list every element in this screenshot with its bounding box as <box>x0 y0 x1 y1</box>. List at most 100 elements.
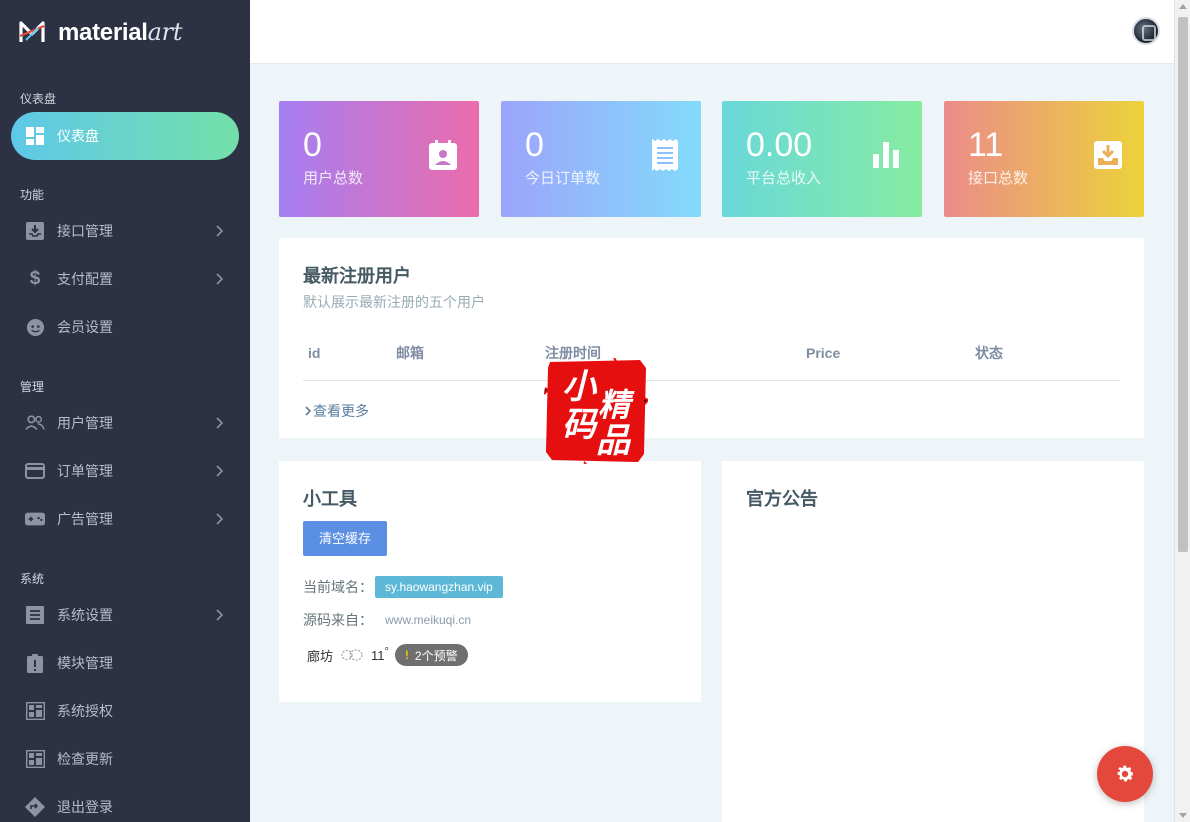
chevron-right-icon <box>216 273 224 285</box>
logo-mark-icon <box>19 21 45 42</box>
sidebar-item-payment[interactable]: $ 支付配置 <box>11 255 239 303</box>
users-icon <box>25 413 45 433</box>
weather-widget[interactable]: 廊坊 11 ° ! 2个预警 <box>307 644 677 666</box>
bar-chart-icon <box>870 139 902 171</box>
svg-text:品: 品 <box>596 421 632 461</box>
scrollbar-thumb[interactable] <box>1178 17 1188 552</box>
stat-card-income: 0.00 平台总收入 <box>722 101 922 217</box>
sidebar-item-label: 模块管理 <box>57 655 113 671</box>
sidebar-item-member[interactable]: 会员设置 <box>11 303 239 351</box>
credit-card-icon <box>25 461 45 481</box>
sidebar: materialart 仪表盘 仪表盘 功能 接口管理 $ 支付配置 会员设置 … <box>0 0 250 822</box>
recent-users-table: id 邮箱 注册时间 Price 状态 <box>303 326 1120 381</box>
recent-users-card: 最新注册用户 默认展示最新注册的五个用户 id 邮箱 注册时间 Price 状态… <box>279 238 1144 438</box>
clear-cache-button[interactable]: 清空缓存 <box>303 521 388 556</box>
source-row: 源码来自： www.meikuqi.cn <box>303 610 677 630</box>
source-link[interactable]: www.meikuqi.cn <box>385 613 471 627</box>
weather-warning-badge[interactable]: ! 2个预警 <box>394 644 468 666</box>
section-label-functions: 功能 <box>20 188 45 202</box>
user-avatar[interactable] <box>1132 17 1160 45</box>
svg-text:小: 小 <box>562 367 598 407</box>
cloud-icon <box>341 647 363 664</box>
domain-row: 当前域名： sy.haowangzhan.vip <box>303 576 677 598</box>
card-title: 小工具 <box>303 489 357 509</box>
svg-text:码: 码 <box>562 405 599 445</box>
domain-label: 当前域名： <box>303 579 373 595</box>
sidebar-item-label: 支付配置 <box>57 271 113 287</box>
page-scrollbar[interactable] <box>1174 0 1190 822</box>
sidebar-item-label: 广告管理 <box>57 511 113 527</box>
sidebar-item-check-update[interactable]: 检查更新 <box>11 735 239 783</box>
weather-temp: 11 <box>371 647 385 663</box>
column-header-status[interactable]: 状态 <box>970 326 1120 381</box>
grid-icon <box>25 701 45 721</box>
gear-icon <box>1117 765 1134 782</box>
card-title: 最新注册用户 <box>303 266 411 286</box>
face-icon <box>25 317 45 337</box>
card-title: 官方公告 <box>746 489 818 509</box>
inbox-icon <box>25 221 45 241</box>
brand-name: materialart <box>58 17 183 46</box>
clipboard-alert-icon <box>25 653 45 673</box>
chevron-right-icon <box>216 225 224 237</box>
scroll-up-arrow-icon[interactable] <box>1179 4 1187 9</box>
sidebar-item-label: 会员设置 <box>57 319 113 335</box>
chevron-right-icon <box>216 513 224 525</box>
sidebar-item-api[interactable]: 接口管理 <box>11 207 239 255</box>
sidebar-item-users[interactable]: 用户管理 <box>11 399 239 447</box>
weather-warning-label: 2个预警 <box>414 648 458 663</box>
column-header-price[interactable]: Price <box>801 326 970 381</box>
svg-text:精: 精 <box>598 386 635 424</box>
sidebar-item-system-settings[interactable]: 系统设置 <box>11 591 239 639</box>
sidebar-item-label: 仪表盘 <box>57 128 99 144</box>
table-header-row: id 邮箱 注册时间 Price 状态 <box>303 326 1120 381</box>
sidebar-item-label: 接口管理 <box>57 223 113 239</box>
dashboard-icon <box>25 126 45 146</box>
sidebar-item-modules[interactable]: 模块管理 <box>11 639 239 687</box>
sidebar-item-label: 系统设置 <box>57 607 113 623</box>
dollar-icon: $ <box>29 268 41 289</box>
stat-card-users: 0 用户总数 <box>279 101 479 217</box>
stat-card-apis: 11 接口总数 <box>944 101 1144 217</box>
announcement-card: 官方公告 <box>722 461 1144 822</box>
contact-card-icon <box>427 139 459 171</box>
stat-card-orders: 0 今日订单数 <box>501 101 701 217</box>
warning-icon: ! <box>404 648 409 662</box>
source-label: 源码来自： <box>303 612 373 628</box>
diamond-arrow-icon <box>25 797 45 817</box>
chevron-right-icon <box>216 417 224 429</box>
sidebar-item-label: 订单管理 <box>57 463 113 479</box>
section-label-dashboard: 仪表盘 <box>20 92 57 106</box>
settings-fab[interactable] <box>1097 746 1153 802</box>
sidebar-item-label: 系统授权 <box>57 703 113 719</box>
receipt-icon <box>649 139 681 171</box>
column-header-id[interactable]: id <box>303 326 391 381</box>
brand-logo[interactable]: materialart <box>18 16 182 48</box>
tools-card: 小工具 清空缓存 当前域名： sy.haowangzhan.vip 源码来自： … <box>279 461 701 702</box>
scroll-down-arrow-icon[interactable] <box>1179 813 1187 818</box>
domain-badge: sy.haowangzhan.vip <box>375 576 503 598</box>
view-more-link[interactable]: 查看更多 <box>303 401 1120 421</box>
sidebar-item-license[interactable]: 系统授权 <box>11 687 239 735</box>
column-header-email[interactable]: 邮箱 <box>391 326 540 381</box>
chevron-right-icon <box>216 609 224 621</box>
weather-degree: ° <box>384 646 389 658</box>
gamepad-icon <box>25 509 45 529</box>
sidebar-item-dashboard[interactable]: 仪表盘 <box>11 112 239 160</box>
topbar <box>250 0 1174 64</box>
section-label-system: 系统 <box>20 572 45 586</box>
view-more-label: 查看更多 <box>313 402 369 419</box>
sidebar-item-label: 退出登录 <box>57 799 113 815</box>
chevron-right-icon <box>216 465 224 477</box>
section-label-manage: 管理 <box>20 380 45 394</box>
sidebar-item-logout[interactable]: 退出登录 <box>11 783 239 822</box>
sidebar-item-orders[interactable]: 订单管理 <box>11 447 239 495</box>
chevron-right-icon <box>305 405 312 416</box>
list-icon <box>25 605 45 625</box>
weather-city: 廊坊 <box>307 648 334 664</box>
grid-icon <box>25 749 45 769</box>
sidebar-item-ads[interactable]: 广告管理 <box>11 495 239 543</box>
sidebar-item-label: 用户管理 <box>57 415 113 431</box>
card-subtitle: 默认展示最新注册的五个用户 <box>303 294 485 310</box>
watermark-seal: 小 码 精 品 <box>544 358 648 464</box>
